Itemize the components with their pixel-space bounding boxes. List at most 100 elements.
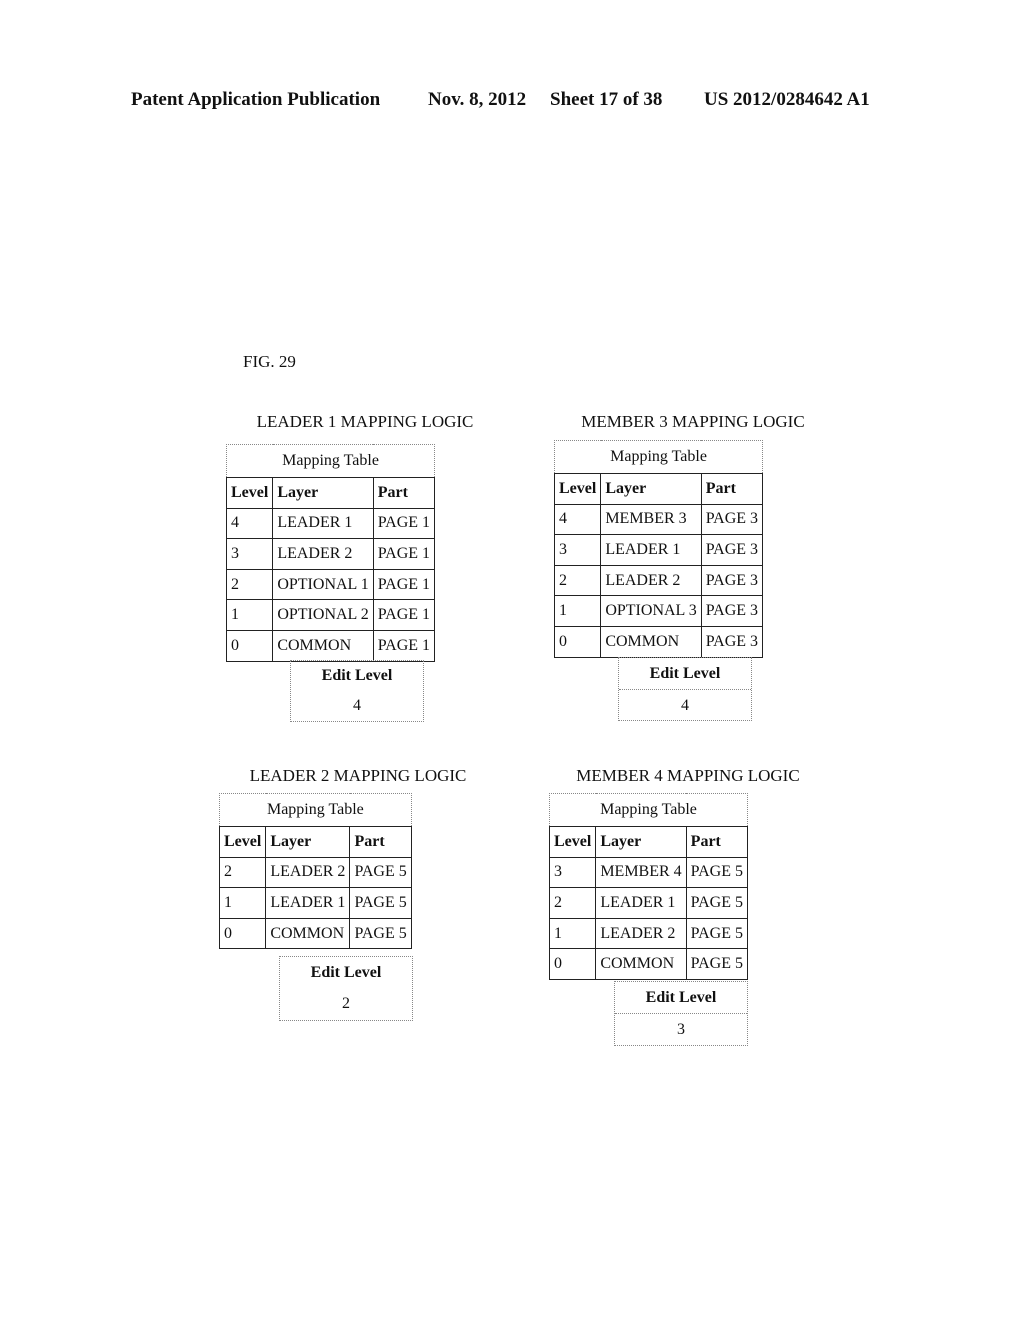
level-cell: 2 — [553, 564, 602, 597]
patent-header: Patent Application Publication Nov. 8, 2… — [131, 89, 891, 113]
level-cell: 0 — [553, 625, 602, 658]
mapping-table: Mapping Table Level Layer Part 3 MEMBER 4 PAGE… — [548, 793, 748, 980]
part-cell: PAGE 1 — [372, 629, 436, 662]
mapping-table: Mapping Table Level Layer Part 4 MEMBER 3 PAGE… — [553, 440, 764, 658]
column-header-row: Level Layer Part — [225, 477, 436, 509]
column-header-layer: Layer — [600, 473, 702, 505]
level-cell: 4 — [225, 507, 274, 540]
layer-cell: OPTIONAL 3 — [600, 595, 702, 627]
table-row: 4 LEADER 1 PAGE 1 — [225, 507, 436, 540]
edit-level-value: 4 — [681, 697, 689, 714]
layer-cell: COMMON — [595, 948, 687, 980]
layer-cell: COMMON — [272, 629, 374, 662]
level-cell: 0 — [225, 629, 274, 662]
mapping-logic-title: MEMBER 4 MAPPING LOGIC — [576, 766, 800, 785]
column-header-level: Level — [548, 826, 597, 858]
level-cell: 4 — [553, 503, 602, 536]
mapping-table-caption: Mapping Table — [219, 793, 412, 827]
edit-level-label: Edit Level — [310, 964, 382, 981]
level-cell: 2 — [218, 856, 267, 889]
column-header-level: Level — [225, 477, 274, 509]
edit-level-box: Edit Level 4 — [618, 657, 752, 721]
table-row: 1 LEADER 1 PAGE 5 — [218, 887, 412, 919]
column-header-level: Level — [218, 826, 267, 858]
column-header-row: Level Layer Part — [553, 473, 764, 505]
layer-cell: LEADER 1 — [265, 887, 351, 919]
part-cell: PAGE 5 — [349, 917, 412, 950]
part-cell: PAGE 5 — [685, 948, 748, 980]
column-header-layer: Layer — [595, 826, 687, 858]
mapping-logic-title: MEMBER 3 MAPPING LOGIC — [581, 412, 805, 431]
publication-label: Patent Application Publication — [131, 89, 381, 110]
layer-cell: MEMBER 4 — [595, 856, 687, 889]
layer-cell: LEADER 1 — [272, 507, 374, 540]
mapping-logic-title: LEADER 1 MAPPING LOGIC — [256, 412, 474, 431]
column-header-part: Part — [700, 473, 764, 505]
layer-cell: OPTIONAL 2 — [272, 599, 374, 631]
mapping-table: Mapping Table Level Layer Part 4 LEADER 1 PAGE… — [225, 444, 436, 662]
layer-cell: LEADER 2 — [272, 538, 374, 570]
sheet-number: Sheet 17 of 38 — [550, 89, 663, 110]
level-cell: 1 — [218, 887, 267, 919]
layer-cell: LEADER 2 — [600, 564, 702, 597]
part-cell: PAGE 5 — [349, 887, 412, 919]
level-cell: 0 — [548, 948, 597, 980]
part-cell: PAGE 3 — [700, 503, 764, 536]
part-cell: PAGE 5 — [685, 856, 748, 889]
table-row: 3 LEADER 1 PAGE 3 — [553, 534, 764, 566]
layer-cell: LEADER 2 — [595, 917, 687, 950]
column-header-part: Part — [372, 477, 436, 509]
edit-level-box: Edit Level 3 — [614, 981, 748, 1046]
part-cell: PAGE 1 — [372, 507, 436, 540]
table-row: 1 LEADER 2 PAGE 5 — [548, 917, 748, 950]
column-header-layer: Layer — [272, 477, 374, 509]
edit-level-label: Edit Level — [619, 658, 751, 690]
layer-cell: LEADER 1 — [600, 534, 702, 566]
mapping-table-caption: Mapping Table — [225, 444, 436, 478]
publication-date: Nov. 8, 2012 — [428, 89, 527, 110]
table-row: 3 LEADER 2 PAGE 1 — [225, 538, 436, 570]
level-cell: 1 — [553, 595, 602, 627]
level-cell: 3 — [553, 534, 602, 566]
edit-level-box: Edit Level 4 — [290, 660, 424, 722]
part-cell: PAGE 1 — [372, 568, 436, 601]
part-cell: PAGE 3 — [700, 564, 764, 597]
figure-label: FIG. 29 — [243, 352, 296, 371]
mapping-table-caption: Mapping Table — [553, 440, 764, 474]
layer-cell: OPTIONAL 1 — [272, 568, 374, 601]
table-row: 1 OPTIONAL 3 PAGE 3 — [553, 595, 764, 627]
table-row: 0 COMMON PAGE 3 — [553, 625, 764, 658]
layer-cell: LEADER 1 — [595, 887, 687, 919]
layer-cell: COMMON — [600, 625, 702, 658]
mapping-table-caption: Mapping Table — [549, 793, 748, 827]
table-row: 0 COMMON PAGE 5 — [548, 948, 748, 980]
part-cell: PAGE 5 — [685, 887, 748, 919]
level-cell: 1 — [225, 599, 274, 631]
edit-level-value: 2 — [342, 995, 350, 1012]
table-row: 2 LEADER 1 PAGE 5 — [548, 887, 748, 919]
table-row: 2 LEADER 2 PAGE 5 — [218, 856, 412, 889]
part-cell: PAGE 1 — [372, 538, 436, 570]
table-row: 4 MEMBER 3 PAGE 3 — [553, 503, 764, 536]
layer-cell: LEADER 2 — [265, 856, 351, 889]
patent-number: US 2012/0284642 A1 — [704, 89, 870, 110]
mapping-table: Mapping Table Level Layer Part 2 LEADER 2 PAGE… — [218, 793, 412, 950]
layer-cell: COMMON — [265, 917, 351, 950]
mapping-logic-title: LEADER 2 MAPPING LOGIC — [249, 766, 467, 785]
table-row: 0 COMMON PAGE 5 — [218, 917, 412, 950]
level-cell: 0 — [218, 917, 267, 950]
edit-level-value: 4 — [353, 697, 361, 714]
edit-level-value: 3 — [677, 1021, 685, 1038]
edit-level-label: Edit Level — [615, 982, 747, 1014]
part-cell: PAGE 5 — [685, 917, 748, 950]
part-cell: PAGE 3 — [700, 534, 764, 566]
level-cell: 3 — [548, 856, 597, 889]
part-cell: PAGE 5 — [349, 856, 412, 889]
column-header-row: Level Layer Part — [218, 826, 412, 858]
level-cell: 2 — [548, 887, 597, 919]
part-cell: PAGE 1 — [372, 599, 436, 631]
column-header-level: Level — [553, 473, 602, 505]
column-header-part: Part — [685, 826, 748, 858]
table-row: 0 COMMON PAGE 1 — [225, 629, 436, 662]
edit-level-box: Edit Level 2 — [279, 956, 413, 1021]
